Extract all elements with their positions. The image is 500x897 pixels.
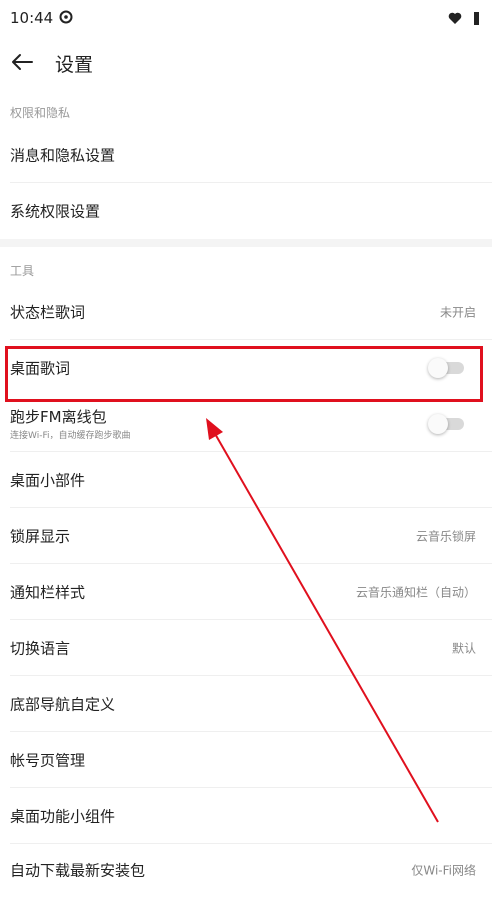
header: 设置 xyxy=(0,40,500,86)
section-divider xyxy=(0,239,492,247)
heart-icon xyxy=(448,12,462,24)
netease-music-icon xyxy=(59,10,73,24)
row-label: 状态栏歌词 xyxy=(10,303,86,322)
settings-row-language[interactable]: 切换语言 默认 xyxy=(0,620,492,676)
settings-row-lockscreen[interactable]: 锁屏显示 云音乐锁屏 xyxy=(0,508,492,564)
settings-row-account-page[interactable]: 帐号页管理 xyxy=(0,732,492,788)
row-label: 自动下载最新安装包 xyxy=(10,861,146,880)
page-title: 设置 xyxy=(55,54,94,76)
toggle-knob xyxy=(428,414,448,434)
signal-icon xyxy=(474,12,479,25)
row-value: 云音乐锁屏 xyxy=(415,529,476,544)
row-sublabel: 连接Wi-Fi，自动缓存跑步歌曲 xyxy=(10,431,131,441)
row-label: 锁屏显示 xyxy=(10,527,71,546)
status-icons xyxy=(448,12,479,25)
row-label: 跑步FM离线包 xyxy=(10,408,107,426)
row-label: 底部导航自定义 xyxy=(10,695,116,714)
row-label: 系统权限设置 xyxy=(10,202,101,221)
row-label: 切换语言 xyxy=(10,639,71,658)
section-label-privacy: 权限和隐私 xyxy=(10,106,71,120)
row-label: 桌面小部件 xyxy=(10,471,86,490)
settings-row-message-privacy[interactable]: 消息和隐私设置 xyxy=(0,127,492,183)
section-label-tools: 工具 xyxy=(10,264,35,278)
settings-row-running-fm[interactable]: 跑步FM离线包 连接Wi-Fi，自动缓存跑步歌曲 xyxy=(0,396,492,452)
row-label: 消息和隐私设置 xyxy=(10,146,116,165)
status-bar: 10:44 xyxy=(0,0,500,36)
settings-row-statusbar-lyrics[interactable]: 状态栏歌词 未开启 xyxy=(0,284,492,340)
settings-row-bottom-nav[interactable]: 底部导航自定义 xyxy=(0,676,492,732)
row-value: 默认 xyxy=(451,641,476,656)
row-label: 帐号页管理 xyxy=(10,751,86,770)
running-fm-toggle[interactable] xyxy=(428,414,466,434)
settings-row-auto-download[interactable]: 自动下载最新安装包 仅Wi-Fi网络 xyxy=(0,842,492,897)
row-value: 云音乐通知栏（自动） xyxy=(355,585,476,600)
settings-row-system-permissions[interactable]: 系统权限设置 xyxy=(0,183,492,239)
settings-row-notification-style[interactable]: 通知栏样式 云音乐通知栏（自动） xyxy=(0,564,492,620)
row-label: 桌面功能小组件 xyxy=(10,807,116,826)
back-arrow-icon[interactable] xyxy=(8,48,36,76)
settings-row-desktop-function-widget[interactable]: 桌面功能小组件 xyxy=(0,788,492,844)
row-value: 仅Wi-Fi网络 xyxy=(411,863,476,878)
row-label: 通知栏样式 xyxy=(10,583,86,602)
status-time: 10:44 xyxy=(10,9,54,27)
row-value: 未开启 xyxy=(439,305,476,320)
annotation-highlight-box xyxy=(5,346,483,402)
settings-row-desktop-widget[interactable]: 桌面小部件 xyxy=(0,452,492,508)
